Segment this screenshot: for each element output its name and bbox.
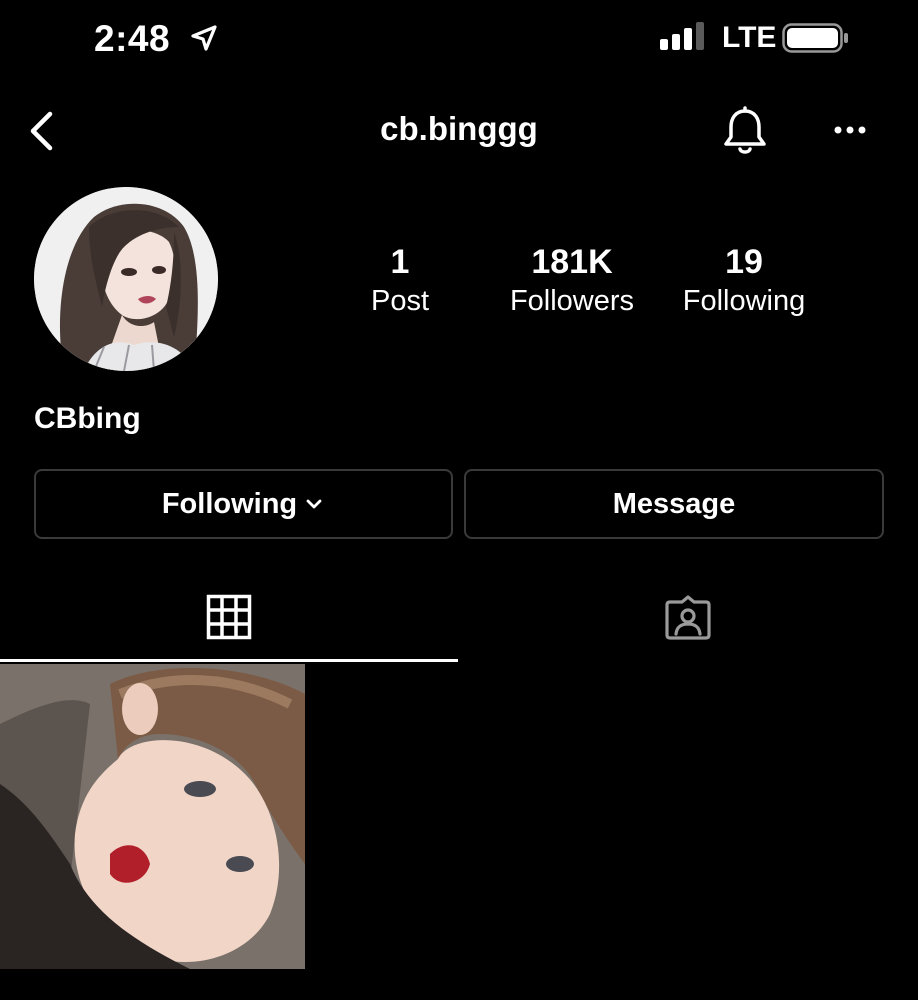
- posts-stat: 1 Post: [340, 242, 460, 320]
- posts-count: 1: [390, 243, 410, 281]
- message-button-label: Message: [612, 487, 736, 520]
- avatar-portrait-illustration: [34, 187, 218, 371]
- battery-icon: [782, 23, 848, 53]
- tagged-icon[interactable]: [664, 594, 712, 640]
- avatar[interactable]: [34, 187, 218, 371]
- network-type: LTE: [722, 21, 777, 54]
- profile-username: cb.binggg: [380, 110, 538, 147]
- followers-count: 181K: [531, 243, 613, 281]
- post-thumbnail[interactable]: [0, 664, 305, 969]
- cellular-signal-icon: [660, 22, 704, 50]
- following-label: Following: [682, 285, 806, 317]
- notification-bell-icon[interactable]: [720, 105, 770, 157]
- following-button-label: Following: [161, 487, 298, 520]
- location-arrow-icon: [191, 25, 217, 51]
- status-time: 2:48: [94, 18, 171, 59]
- following-stat[interactable]: 19 Following: [672, 242, 816, 320]
- following-button[interactable]: Following: [34, 469, 453, 539]
- followers-stat[interactable]: 181K Followers: [502, 242, 642, 320]
- more-options-icon[interactable]: [830, 112, 870, 148]
- post-photo: [0, 664, 305, 969]
- followers-label: Followers: [509, 285, 635, 317]
- following-count: 19: [725, 243, 763, 281]
- display-name: CBbing: [34, 402, 141, 435]
- message-button[interactable]: Message: [464, 469, 884, 539]
- grid-icon[interactable]: [206, 594, 252, 640]
- chevron-down-icon: [306, 499, 322, 509]
- posts-label: Post: [370, 285, 430, 317]
- active-tab-indicator: [0, 659, 458, 662]
